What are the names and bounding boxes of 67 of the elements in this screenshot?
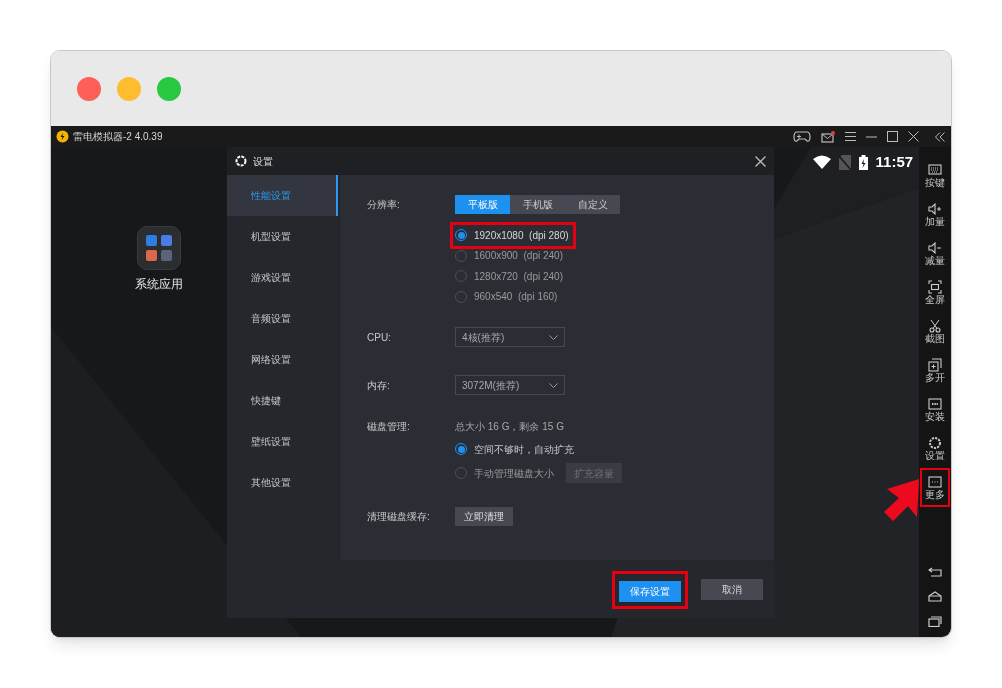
nav-item[interactable]: 性能设置 <box>227 175 338 216</box>
dropdown[interactable]: 3072M(推荐) <box>455 375 565 395</box>
fullscreen-icon <box>928 280 943 294</box>
mode-tab[interactable]: 自定义 <box>565 194 620 214</box>
nav-item[interactable]: 快捷键 <box>227 380 338 421</box>
dropdown-value: 4核(推荐) <box>462 330 505 345</box>
mode-tab[interactable]: 手机版 <box>510 194 565 214</box>
volume-up-icon <box>928 202 943 216</box>
toolbar-button[interactable]: 截图 <box>922 314 949 349</box>
toolbar-button[interactable]: 按键 <box>922 158 949 193</box>
scissors-icon <box>928 319 943 333</box>
clean-button[interactable]: 立即清理 <box>455 506 513 526</box>
resolution-option: 1280x720 (dpi 240) <box>474 268 563 284</box>
nav-item[interactable]: 网络设置 <box>227 339 338 380</box>
nav-item[interactable]: 音频设置 <box>227 298 338 339</box>
dropdown[interactable]: 4核(推荐) <box>455 327 565 347</box>
close-icon[interactable] <box>755 155 766 167</box>
close-icon[interactable] <box>908 131 919 143</box>
recent-apps-icon[interactable] <box>928 616 943 627</box>
multi-icon <box>928 358 943 372</box>
resolution-label: 分辨率: <box>367 197 401 212</box>
app-label: 系统应用 <box>135 276 183 293</box>
cache-label: 清理磁盘缓存: <box>367 509 431 524</box>
toolbar-button[interactable]: 加量 <box>922 197 949 232</box>
mail-icon[interactable] <box>821 130 835 143</box>
battery-icon <box>858 154 868 170</box>
app-folder-icon[interactable] <box>137 226 181 270</box>
toolbar-button[interactable]: 减量 <box>922 236 949 271</box>
toolbar-button[interactable]: 多开 <box>922 353 949 388</box>
cpu-label: CPU: <box>367 330 392 345</box>
disk-summary: 总大小 16 G，剩余 15 G <box>455 420 565 433</box>
minimize-icon[interactable] <box>866 135 877 138</box>
chevron-icon <box>549 334 558 340</box>
disk-option: 空间不够时，自动扩充 <box>474 441 574 457</box>
back-icon[interactable] <box>928 567 943 577</box>
resolution-option: 960x540 (dpi 160) <box>474 289 558 305</box>
wifi-icon <box>812 155 831 170</box>
toolbar-button[interactable]: 全屏 <box>922 275 949 310</box>
collapse-icon[interactable] <box>935 131 945 142</box>
volume-down-icon <box>928 241 943 255</box>
toolbar-button[interactable]: 更多 <box>922 470 949 505</box>
settings-icon <box>235 155 247 167</box>
maximize-icon[interactable] <box>887 131 898 143</box>
toolbar-button[interactable]: 安装 <box>922 392 949 427</box>
cancel-button[interactable]: 取消 <box>701 579 763 600</box>
more-icon <box>928 475 943 489</box>
resolution-option: 1600x900 (dpi 240) <box>474 248 563 264</box>
status-time: 11:57 <box>875 152 914 172</box>
menu-icon[interactable] <box>845 132 856 142</box>
nav-item[interactable]: 机型设置 <box>227 216 338 257</box>
chevron-icon <box>549 382 558 388</box>
toolbar-button[interactable]: 设置 <box>922 431 949 466</box>
gamepad-icon[interactable] <box>793 130 811 143</box>
memory-label: 内存: <box>367 378 391 393</box>
logo-icon <box>56 130 69 144</box>
dialog-title: 设置 <box>253 154 273 169</box>
home-icon[interactable] <box>928 591 943 602</box>
dropdown-value: 3072M(推荐) <box>462 378 520 393</box>
resolution-option: 1920x1080 (dpi 280) <box>474 227 569 243</box>
disk-option: 手动管理磁盘大小 <box>474 465 554 481</box>
nav-item[interactable]: 壁纸设置 <box>227 421 338 462</box>
nav-item[interactable]: 游戏设置 <box>227 257 338 298</box>
settings-icon <box>928 436 943 450</box>
app-title: 雷电模拟器-2 4.0.39 <box>73 130 163 145</box>
keyboard-icon <box>928 163 943 177</box>
nav-item[interactable]: 其他设置 <box>227 462 338 503</box>
disk-label: 磁盘管理: <box>367 420 411 433</box>
